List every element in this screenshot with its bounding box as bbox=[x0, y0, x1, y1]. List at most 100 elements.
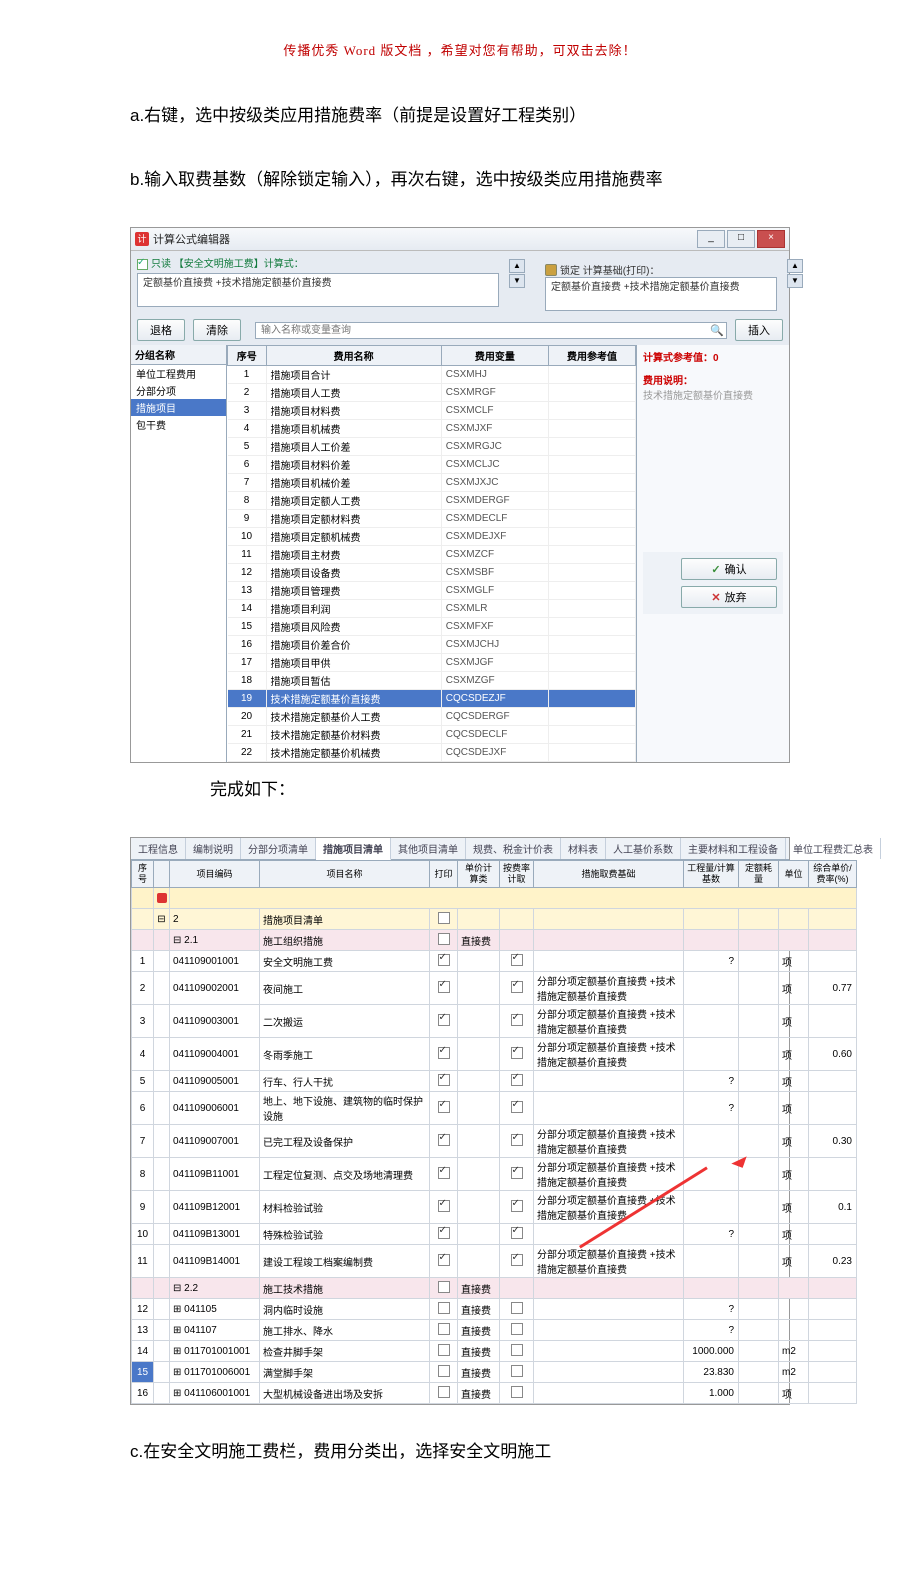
group-item[interactable]: 分部分项 bbox=[131, 382, 226, 399]
table-row[interactable]: 14⊞ 011701001001检查井脚手架直接费1000.000m2 bbox=[132, 1341, 857, 1362]
checkbox[interactable] bbox=[438, 1014, 450, 1026]
checkbox[interactable] bbox=[511, 1344, 523, 1356]
ok-button[interactable]: 确认 bbox=[681, 558, 777, 580]
grid-row[interactable]: 10措施项目定额机械费CSXMDEJXF bbox=[228, 528, 636, 546]
table-row[interactable]: 10 041109B13001特殊检验试验?项 bbox=[132, 1224, 857, 1245]
grid-row[interactable]: 19技术措施定额基价直接费CQCSDEZJF bbox=[228, 690, 636, 708]
grid-row[interactable]: 13措施项目管理费CSXMGLF bbox=[228, 582, 636, 600]
tab[interactable]: 单位工程费汇总表 bbox=[786, 838, 881, 859]
scroll-up-icon[interactable]: ▲ bbox=[787, 259, 803, 273]
filter-icon[interactable] bbox=[157, 893, 167, 903]
table-row[interactable]: 6 041109006001地上、地下设施、建筑物的临时保护设施?项 bbox=[132, 1092, 857, 1125]
checkbox[interactable] bbox=[511, 1302, 523, 1314]
search-box[interactable]: 🔍 bbox=[255, 322, 727, 339]
checkbox[interactable] bbox=[511, 1386, 523, 1398]
checkbox[interactable] bbox=[511, 1134, 523, 1146]
checkbox[interactable] bbox=[511, 1365, 523, 1377]
backspace-button[interactable]: 退格 bbox=[137, 319, 185, 341]
checkbox[interactable] bbox=[438, 1134, 450, 1146]
checkbox[interactable] bbox=[438, 1047, 450, 1059]
grid-row[interactable]: 17措施项目甲供CSXMJGF bbox=[228, 654, 636, 672]
tab[interactable]: 工程信息 bbox=[131, 838, 186, 859]
variable-grid[interactable]: 序号 费用名称 费用变量 费用参考值 1措施项目合计CSXMHJ2措施项目人工费… bbox=[227, 345, 636, 762]
grid-row[interactable]: 22技术措施定额基价机械费CQCSDEJXF bbox=[228, 744, 636, 762]
minimize-button[interactable]: _ bbox=[697, 230, 725, 248]
checkbox[interactable] bbox=[438, 912, 450, 924]
grid-row[interactable]: 12措施项目设备费CSXMSBF bbox=[228, 564, 636, 582]
tab[interactable]: 分部分项清单 bbox=[241, 838, 316, 859]
checkbox[interactable] bbox=[438, 1101, 450, 1113]
table-row[interactable]: ⊟ 2.2施工技术措施直接费 bbox=[132, 1278, 857, 1299]
table-row[interactable]: 9 041109B12001材料检验试验分部分项定额基价直接费 +技术措施定额基… bbox=[132, 1191, 857, 1224]
table-row[interactable]: ⊟2措施项目清单 bbox=[132, 909, 857, 930]
checkbox[interactable] bbox=[438, 1200, 450, 1212]
formula-right-box[interactable]: 定额基价直接费 +技术措施定额基价直接费 bbox=[545, 277, 777, 311]
grid-row[interactable]: 3措施项目材料费CSXMCLF bbox=[228, 402, 636, 420]
tab[interactable]: 其他项目清单 bbox=[391, 838, 466, 859]
table-row[interactable]: 7 041109007001已完工程及设备保护分部分项定额基价直接费 +技术措施… bbox=[132, 1125, 857, 1158]
insert-button[interactable]: 插入 bbox=[735, 319, 783, 341]
group-item-selected[interactable]: 措施项目 bbox=[131, 399, 226, 416]
checkbox[interactable] bbox=[511, 1101, 523, 1113]
table-row[interactable]: 15⊞ 011701006001满堂脚手架直接费23.830m2 bbox=[132, 1362, 857, 1383]
maximize-button[interactable]: □ bbox=[727, 230, 755, 248]
search-icon[interactable]: 🔍 bbox=[708, 324, 726, 337]
readonly-checkbox-label[interactable]: 只读 【安全文明施工费】计算式： bbox=[137, 255, 499, 270]
group-list[interactable]: 分组名称 单位工程费用 分部分项 措施项目 包干费 bbox=[131, 345, 227, 762]
scroll-down-icon[interactable]: ▼ bbox=[509, 274, 525, 288]
checkbox[interactable] bbox=[511, 1323, 523, 1335]
table-row[interactable]: 5 041109005001行车、行人干扰?项 bbox=[132, 1071, 857, 1092]
grid-row[interactable]: 15措施项目风险费CSXMFXF bbox=[228, 618, 636, 636]
tab-bar[interactable]: 工程信息编制说明分部分项清单措施项目清单其他项目清单规费、税金计价表材料表人工基… bbox=[131, 838, 789, 860]
checkbox[interactable] bbox=[511, 1254, 523, 1266]
grid-row[interactable]: 11措施项目主材费CSXMZCF bbox=[228, 546, 636, 564]
checkbox[interactable] bbox=[438, 1365, 450, 1377]
checkbox[interactable] bbox=[438, 1302, 450, 1314]
grid-row[interactable]: 6措施项目材料价差CSXMCLJC bbox=[228, 456, 636, 474]
grid-row[interactable]: 21技术措施定额基价材料费CQCSDECLF bbox=[228, 726, 636, 744]
table-row[interactable]: 11 041109B14001建设工程竣工档案编制费分部分项定额基价直接费 +技… bbox=[132, 1245, 857, 1278]
checkbox[interactable] bbox=[438, 1281, 450, 1293]
group-item[interactable]: 包干费 bbox=[131, 416, 226, 433]
grid-row[interactable]: 4措施项目机械费CSXMJXF bbox=[228, 420, 636, 438]
table-row[interactable]: 3 041109003001二次搬运分部分项定额基价直接费 +技术措施定额基价直… bbox=[132, 1005, 857, 1038]
checkbox[interactable] bbox=[438, 1323, 450, 1335]
checkbox[interactable] bbox=[438, 1386, 450, 1398]
checkbox[interactable] bbox=[511, 1227, 523, 1239]
grid-row[interactable]: 1措施项目合计CSXMHJ bbox=[228, 366, 636, 384]
checkbox[interactable] bbox=[438, 1167, 450, 1179]
tab[interactable]: 材料表 bbox=[561, 838, 606, 859]
checkbox[interactable] bbox=[438, 954, 450, 966]
formula-left-box[interactable]: 定额基价直接费 +技术措施定额基价直接费 bbox=[137, 273, 499, 307]
clear-button[interactable]: 清除 bbox=[193, 319, 241, 341]
table-row[interactable]: 4 041109004001冬雨季施工分部分项定额基价直接费 +技术措施定额基价… bbox=[132, 1038, 857, 1071]
table-row[interactable]: 2 041109002001夜间施工分部分项定额基价直接费 +技术措施定额基价直… bbox=[132, 972, 857, 1005]
checkbox[interactable] bbox=[438, 981, 450, 993]
checkbox[interactable] bbox=[511, 1167, 523, 1179]
grid-row[interactable]: 2措施项目人工费CSXMRGF bbox=[228, 384, 636, 402]
search-input[interactable] bbox=[256, 323, 708, 338]
table-row[interactable]: 1 041109001001安全文明施工费?项 bbox=[132, 951, 857, 972]
checkbox[interactable] bbox=[511, 981, 523, 993]
tab[interactable]: 措施项目清单 bbox=[316, 838, 391, 860]
checkbox[interactable] bbox=[438, 1344, 450, 1356]
checkbox[interactable] bbox=[438, 1254, 450, 1266]
lock-label[interactable]: 锁定 计算基础(打印)： bbox=[545, 262, 777, 277]
grid-row[interactable]: 20技术措施定额基价人工费CQCSDERGF bbox=[228, 708, 636, 726]
tab[interactable]: 规费、税金计价表 bbox=[466, 838, 561, 859]
checkbox[interactable] bbox=[438, 1074, 450, 1086]
measure-table[interactable]: 序号项目编码项目名称打印单价计算类按费率计取措施取费基础工程量/计算基数定额耗量… bbox=[131, 860, 857, 1404]
grid-row[interactable]: 8措施项目定额人工费CSXMDERGF bbox=[228, 492, 636, 510]
grid-row[interactable]: 5措施项目人工价差CSXMRGJC bbox=[228, 438, 636, 456]
cancel-button[interactable]: 放弃 bbox=[681, 586, 777, 608]
tab[interactable]: 人工基价系数 bbox=[606, 838, 681, 859]
grid-row[interactable]: 18措施项目暂估CSXMZGF bbox=[228, 672, 636, 690]
close-button[interactable]: × bbox=[757, 230, 785, 248]
tab[interactable]: 主要材料和工程设备 bbox=[681, 838, 786, 859]
checkbox[interactable] bbox=[511, 1074, 523, 1086]
checkbox[interactable] bbox=[511, 954, 523, 966]
scroll-down-icon[interactable]: ▼ bbox=[787, 274, 803, 288]
table-row[interactable]: 8 041109B11001工程定位复测、点交及场地清理费分部分项定额基价直接费… bbox=[132, 1158, 857, 1191]
checkbox[interactable] bbox=[438, 1227, 450, 1239]
grid-row[interactable]: 9措施项目定额材料费CSXMDECLF bbox=[228, 510, 636, 528]
